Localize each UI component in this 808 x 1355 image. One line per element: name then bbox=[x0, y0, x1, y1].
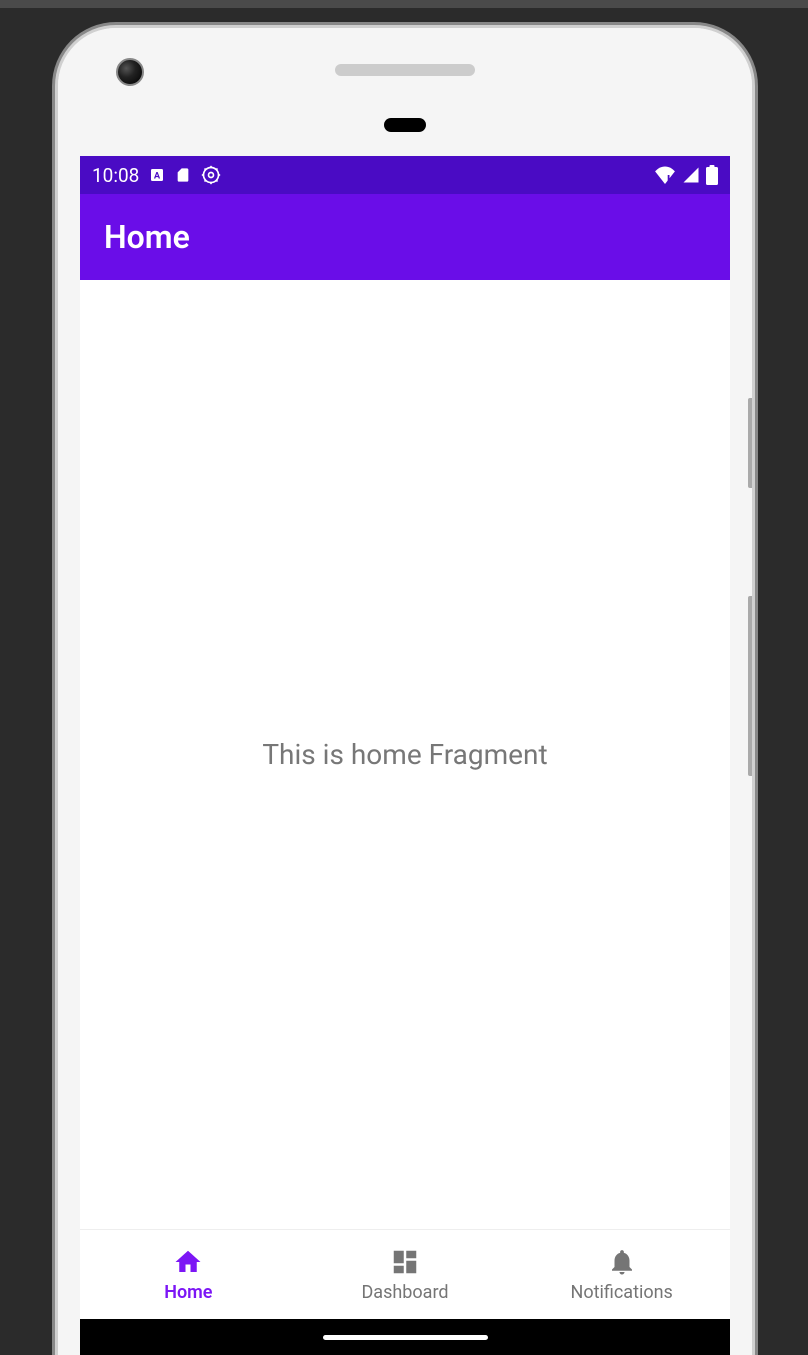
svg-text:A: A bbox=[154, 170, 161, 181]
nav-item-notifications[interactable]: Notifications bbox=[513, 1230, 730, 1319]
side-button bbox=[748, 596, 752, 776]
app-bar-title: Home bbox=[104, 218, 190, 256]
nav-label-home: Home bbox=[164, 1282, 212, 1303]
side-button bbox=[748, 398, 752, 488]
app-bar: Home bbox=[80, 194, 730, 280]
status-time: 10:08 bbox=[92, 164, 139, 187]
status-bar-left: 10:08 A bbox=[92, 164, 221, 187]
sensor-pill bbox=[384, 118, 426, 132]
home-icon bbox=[173, 1246, 203, 1278]
sd-card-icon bbox=[175, 166, 191, 184]
front-camera bbox=[116, 58, 144, 86]
home-fragment-text: This is home Fragment bbox=[262, 738, 547, 771]
emulator-top-bar bbox=[0, 0, 808, 8]
bell-icon bbox=[607, 1246, 637, 1278]
phone-frame: 10:08 A bbox=[58, 28, 752, 1355]
phone-bezel-top bbox=[58, 28, 752, 156]
settings-gear-icon bbox=[201, 165, 221, 185]
nav-item-home[interactable]: Home bbox=[80, 1230, 297, 1319]
content-area: This is home Fragment bbox=[80, 280, 730, 1229]
wifi-icon bbox=[654, 166, 676, 184]
bottom-navigation: Home Dashboard Notifications bbox=[80, 1229, 730, 1319]
keyboard-icon: A bbox=[149, 167, 165, 183]
nav-label-notifications: Notifications bbox=[571, 1282, 673, 1303]
system-navigation-bar bbox=[80, 1319, 730, 1355]
signal-icon bbox=[682, 166, 700, 184]
phone-screen: 10:08 A bbox=[80, 156, 730, 1355]
status-bar: 10:08 A bbox=[80, 156, 730, 194]
speaker-grille bbox=[335, 64, 475, 76]
gesture-handle[interactable] bbox=[323, 1335, 488, 1340]
nav-item-dashboard[interactable]: Dashboard bbox=[297, 1230, 514, 1319]
nav-label-dashboard: Dashboard bbox=[361, 1282, 448, 1303]
status-bar-right bbox=[654, 165, 718, 185]
dashboard-icon bbox=[390, 1246, 420, 1278]
battery-icon bbox=[706, 165, 718, 185]
